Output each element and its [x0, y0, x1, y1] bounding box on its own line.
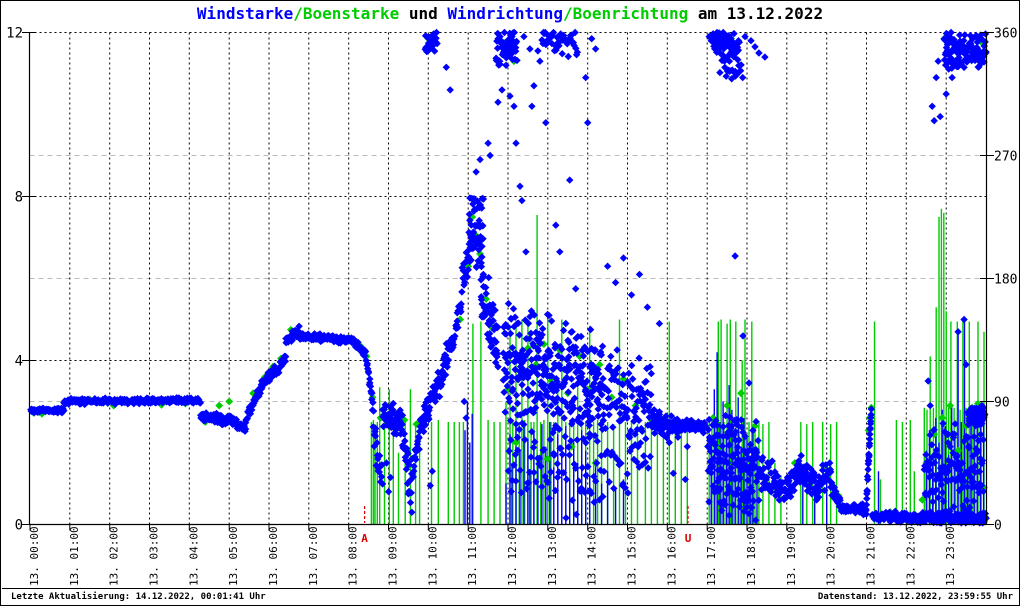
sun-marker-label: A [361, 532, 368, 545]
title-wind-direction-label: Windrichtung [447, 4, 563, 23]
x-tick-label: 13. 00:00 [28, 526, 41, 586]
wind-direction-points [27, 28, 990, 527]
x-tick-label: 13. 07:00 [307, 526, 320, 586]
last-update-text: Letzte Aktualisierung: 14.12.2022, 00:01… [11, 592, 266, 602]
chart-title: Windstarke/Boenstarke und Windrichtung/B… [1, 4, 1019, 23]
gust-direction-points [30, 32, 988, 517]
title-gust-direction-label: /Boenrichtung [562, 4, 689, 23]
x-tick-label: 13. 16:00 [665, 526, 678, 586]
sun-marker-label: U [685, 532, 692, 545]
x-tick-label: 13. 20:00 [825, 526, 838, 586]
x-tick-label: 13. 09:00 [387, 526, 400, 586]
data-state-text: Datenstand: 13.12.2022, 23:59:55 Uhr [817, 592, 1013, 602]
y-right-tick-label: 360 [994, 27, 1017, 42]
sun-marker-U: U [685, 506, 692, 545]
title-wind-speed-label: Windstarke [196, 4, 294, 23]
x-tick-label: 13. 19:00 [785, 526, 798, 586]
weather-chart-screen: 0 4 8 12 0 90 180 270 360 13. 00:00 13. 01:00 13. 0… [0, 0, 1020, 606]
title-date-label: am 13.12.2022 [688, 4, 824, 23]
y-left-tick-label: 8 [15, 190, 23, 206]
x-tick-label: 13. 10:00 [426, 526, 439, 586]
x-tick-label: 13. 02:00 [108, 526, 121, 586]
y-right-tick-label: 270 [994, 150, 1017, 165]
y-left-tick-label: 12 [6, 26, 23, 42]
y-left-tick-label: 4 [15, 354, 23, 370]
x-tick-label: 13. 03:00 [148, 526, 161, 586]
axes-frame [22, 32, 994, 531]
title-und-label: und [399, 4, 448, 23]
sun-marker-A: A [361, 506, 368, 545]
x-tick-label: 13. 22:00 [904, 526, 917, 586]
x-tick-label: 13. 06:00 [267, 526, 280, 586]
x-tick-label: 13. 05:00 [227, 526, 240, 586]
x-tick-label: 13. 17:00 [705, 526, 718, 586]
y-right-tick-label: 180 [994, 273, 1017, 288]
y-left-tick-label: 0 [15, 518, 23, 534]
x-tick-label: 13. 08:00 [347, 526, 360, 586]
title-gust-speed-label: /Boenstarke [293, 4, 400, 23]
x-tick-label: 13. 23:00 [944, 526, 957, 586]
x-tick-label: 13. 21:00 [865, 526, 878, 586]
gust-impulse-layer [370, 208, 985, 525]
x-tick-label: 13. 15:00 [626, 526, 639, 586]
x-tick-label: 13. 13:00 [546, 526, 559, 586]
y-right-tick-label: 90 [994, 396, 1010, 411]
x-tick-label: 13. 14:00 [586, 526, 599, 586]
x-tick-label: 13. 12:00 [506, 526, 519, 586]
x-tick-label: 13. 11:00 [466, 526, 479, 586]
x-tick-label: 13. 18:00 [745, 526, 758, 586]
wind-chart-plot: 0 4 8 12 0 90 180 270 360 13. 00:00 13. 01:00 13. 0… [2, 26, 1019, 589]
y-right-tick-label: 0 [994, 519, 1002, 534]
x-tick-label: 13. 04:00 [187, 526, 200, 586]
x-tick-label: 13. 01:00 [68, 526, 81, 586]
